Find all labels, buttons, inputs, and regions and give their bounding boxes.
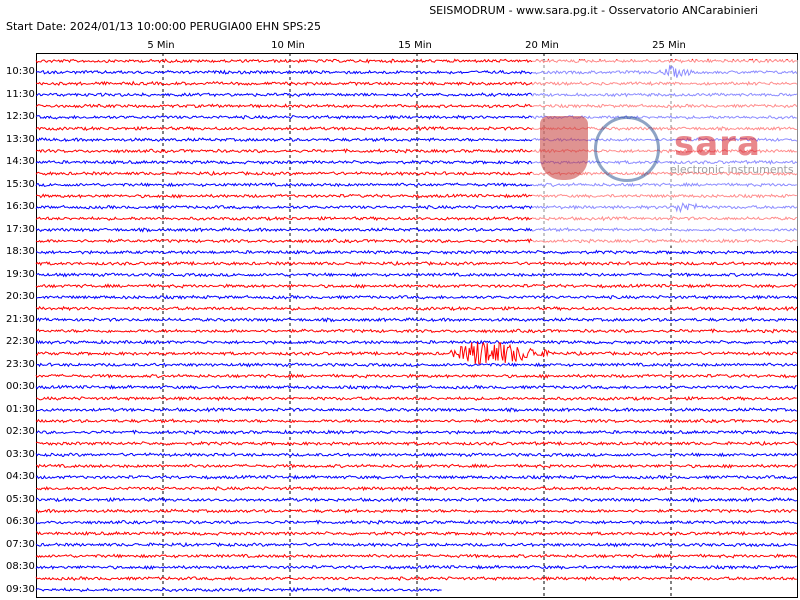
seismic-trace bbox=[36, 294, 798, 301]
observatory-globe-icon bbox=[594, 116, 660, 182]
sara-watermark: sara electronic instruments bbox=[532, 60, 798, 246]
seismic-trace bbox=[35, 341, 798, 365]
seismic-trace bbox=[35, 272, 797, 278]
seismic-trace bbox=[35, 384, 797, 390]
seismic-trace bbox=[35, 339, 798, 345]
seismic-trace bbox=[35, 586, 442, 593]
seismic-trace bbox=[35, 283, 797, 289]
seismic-trace bbox=[35, 429, 798, 435]
seismic-trace bbox=[35, 530, 798, 537]
seismic-trace bbox=[35, 362, 798, 368]
seismic-trace bbox=[35, 564, 797, 570]
seismic-trace bbox=[35, 508, 797, 514]
sara-tagline: electronic instruments bbox=[670, 163, 794, 176]
seismic-trace bbox=[35, 305, 798, 312]
seismic-trace bbox=[35, 463, 797, 469]
seismic-trace bbox=[35, 373, 797, 379]
seismic-trace bbox=[35, 440, 798, 447]
seismic-trace bbox=[35, 249, 797, 255]
seismic-trace bbox=[35, 541, 797, 548]
seismic-trace bbox=[36, 395, 797, 402]
seismic-trace bbox=[35, 485, 798, 492]
seismic-trace bbox=[35, 496, 798, 503]
seismic-trace bbox=[35, 519, 797, 525]
seismic-trace bbox=[35, 575, 797, 582]
seismic-trace bbox=[35, 260, 798, 267]
seismic-trace bbox=[35, 553, 797, 559]
sara-brand-logo: sara bbox=[674, 124, 761, 164]
seismic-trace bbox=[35, 328, 797, 334]
seismic-trace bbox=[35, 317, 798, 323]
seismic-trace bbox=[36, 407, 798, 413]
seismic-trace bbox=[35, 474, 798, 480]
carabinieri-shield-icon bbox=[540, 116, 588, 180]
seismic-trace bbox=[35, 452, 798, 458]
seismic-trace bbox=[35, 418, 798, 424]
